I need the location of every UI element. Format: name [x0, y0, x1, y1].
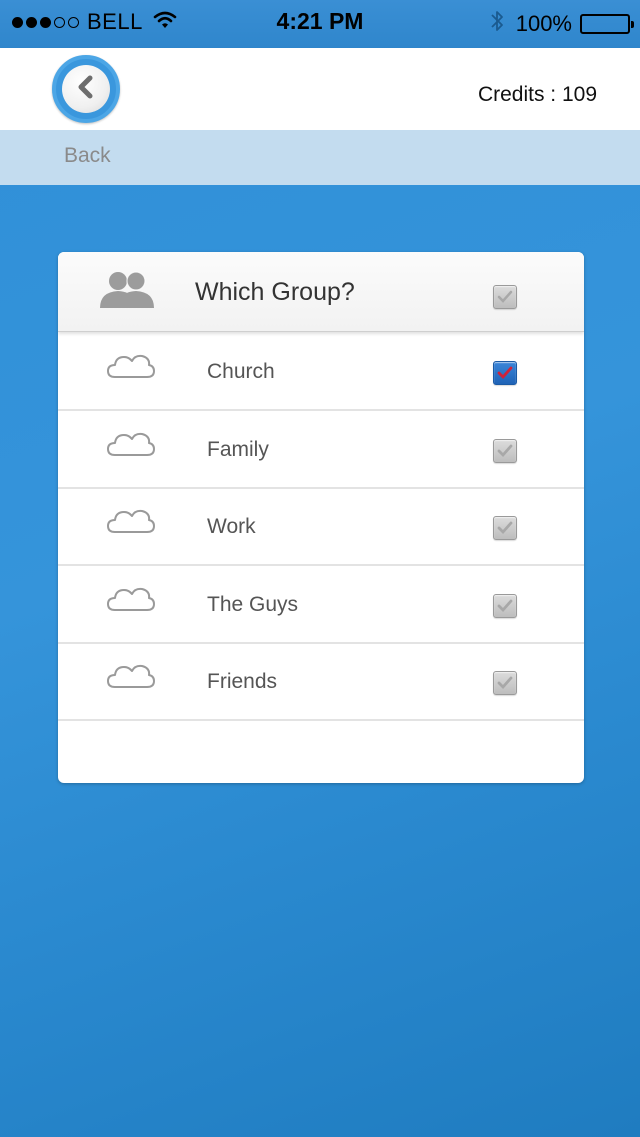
group-name: Family — [207, 437, 269, 461]
group-name: Friends — [207, 670, 278, 693]
group-icon — [98, 270, 156, 313]
battery-percent: 100% — [515, 11, 572, 36]
group-row[interactable]: The Guys — [58, 565, 584, 644]
group-name: Work — [207, 515, 256, 538]
group-row[interactable]: Family — [58, 410, 584, 489]
bluetooth-icon — [490, 9, 504, 39]
card-title: Which Group? — [195, 278, 355, 306]
credits-label: Credits : 109 — [477, 83, 597, 106]
status-bar: BELL 4:21 PM 100% — [0, 0, 640, 48]
select-all-checkbox[interactable] — [493, 285, 517, 309]
back-bar: Back — [0, 130, 640, 185]
group-card: Which Group? Church Family Work The Guys Fri… — [58, 252, 584, 783]
group-row[interactable]: Friends — [58, 642, 584, 721]
battery-icon — [580, 14, 634, 34]
cloud-icon — [106, 430, 156, 463]
group-checkbox[interactable] — [493, 516, 517, 540]
back-button[interactable] — [52, 55, 120, 123]
group-checkbox[interactable] — [493, 593, 517, 618]
group-checkbox[interactable] — [493, 671, 517, 695]
cloud-icon — [106, 585, 156, 618]
group-checkbox[interactable] — [493, 361, 517, 385]
group-row[interactable]: Work — [58, 487, 584, 566]
cloud-icon — [106, 662, 156, 695]
group-name: The Guys — [207, 592, 299, 616]
card-header: Which Group? — [58, 252, 584, 332]
group-name: Church — [207, 360, 275, 383]
cloud-icon — [106, 507, 156, 540]
group-row[interactable]: Church — [58, 332, 584, 411]
group-checkbox[interactable] — [493, 438, 517, 463]
cloud-icon — [106, 352, 156, 385]
chevron-left-icon — [73, 74, 99, 105]
top-header: Credits : 109 — [0, 48, 640, 130]
status-right: 100% — [490, 9, 634, 39]
back-link[interactable]: Back — [64, 144, 111, 168]
